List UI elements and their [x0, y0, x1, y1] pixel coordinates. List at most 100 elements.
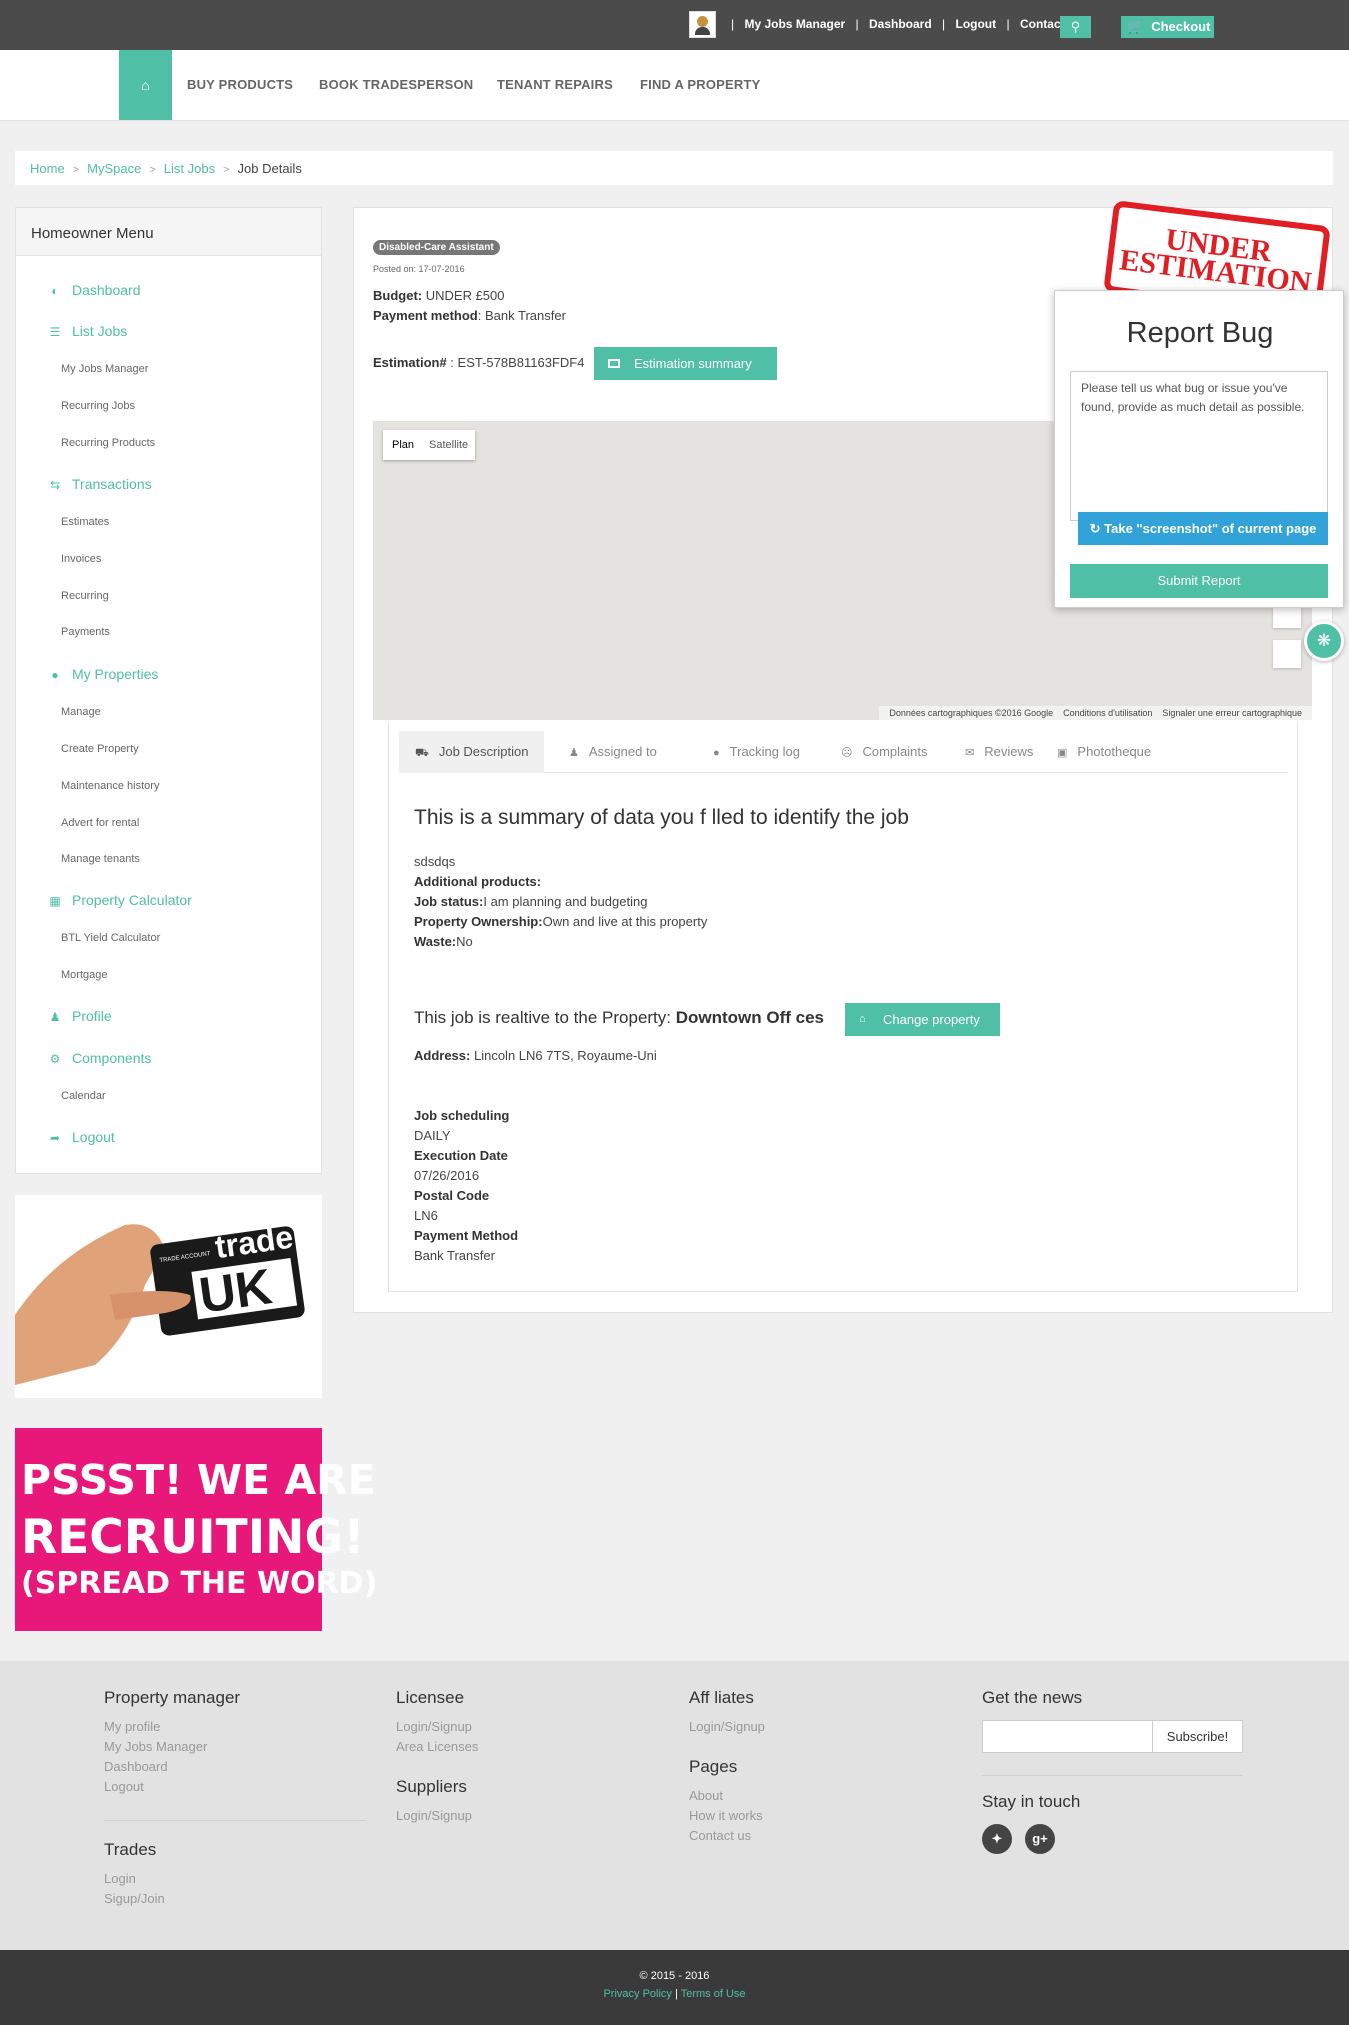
waste-value: No — [456, 934, 473, 949]
privacy-policy-link[interactable]: Privacy Policy — [603, 1988, 671, 2000]
footer-link-logout[interactable]: Logout — [104, 1779, 144, 1794]
separator: | — [855, 17, 859, 31]
sidebar-item-manage[interactable]: Manage — [61, 706, 101, 718]
checkout-button[interactable]: 🛒 Checkout — [1121, 16, 1214, 38]
sidebar-item-estimates[interactable]: Estimates — [61, 516, 109, 528]
dashboard-icon: ◐ — [51, 284, 59, 298]
breadcrumb-myspace[interactable]: MySpace — [87, 161, 141, 176]
tab-job-description[interactable]: ⛟ Job Description — [399, 731, 545, 773]
breadcrumb-home[interactable]: Home — [30, 161, 65, 176]
cart-icon: 🛒 — [1127, 19, 1144, 34]
map-report-error-link[interactable]: Signaler une erreur cartographique — [1162, 708, 1302, 718]
sidebar-item-logout[interactable]: ➦ Logout — [46, 1129, 115, 1145]
map-terms-link[interactable]: Conditions d'utilisation — [1063, 708, 1152, 718]
search-button[interactable]: ⚲ — [1060, 16, 1091, 38]
recruiting-ad[interactable]: PSSST! WE ARE RECRUITING! (SPREAD THE WO… — [15, 1428, 377, 1631]
terms-of-use-link[interactable]: Terms of Use — [681, 1988, 746, 2000]
sidebar-item-mortgage[interactable]: Mortgage — [61, 969, 107, 981]
tab-label: Reviews — [984, 744, 1034, 759]
estimation-summary-label: Estimation summary — [634, 356, 752, 371]
footer-link-about[interactable]: About — [689, 1788, 723, 1803]
job-status: Job status:I am planning and budgeting — [414, 894, 647, 909]
nav-find-a-property[interactable]: FIND A PROPERTY — [640, 77, 761, 92]
map-type-plan[interactable]: Plan — [392, 439, 414, 451]
tab-reviews[interactable]: ✉ Reviews — [949, 731, 1049, 773]
sidebar-item-create-property[interactable]: Create Property — [61, 743, 139, 755]
sidebar-item-invoices[interactable]: Invoices — [61, 553, 101, 565]
sidebar-item-advert-for-rental[interactable]: Advert for rental — [61, 817, 139, 829]
user-icon: ♟ — [569, 747, 579, 759]
list-icon: ☰ — [49, 325, 61, 339]
report-bug-panel: Report Bug Please tell us what bug or is… — [1054, 290, 1344, 608]
recruit-line-1: PSSST! WE ARE — [21, 1456, 376, 1504]
google-plus-icon[interactable]: g+ — [1025, 1824, 1055, 1854]
tab-label: Complaints — [862, 744, 928, 759]
sidebar-item-recurring[interactable]: Recurring — [61, 590, 109, 602]
sidebar-item-recurring-products[interactable]: Recurring Products — [61, 437, 155, 449]
top-link-logout[interactable]: Logout — [955, 17, 996, 31]
top-link-my-jobs-manager[interactable]: My Jobs Manager — [744, 17, 845, 31]
home-button[interactable]: ⌂ — [119, 50, 172, 120]
newsletter-email-input[interactable] — [982, 1720, 1153, 1753]
user-icon: ♟ — [49, 1010, 61, 1024]
footer-link-trades-signup[interactable]: Sigup/Join — [104, 1891, 165, 1906]
breadcrumb-separator: > — [223, 164, 230, 176]
sidebar-item-property-calculator[interactable]: ▦ Property Calculator — [46, 892, 192, 908]
user-avatar[interactable] — [689, 11, 716, 38]
map-zoom-out[interactable] — [1273, 640, 1301, 668]
top-link-dashboard[interactable]: Dashboard — [869, 17, 932, 31]
tab-complaints[interactable]: ☹ Complaints — [825, 731, 944, 773]
estimation-summary-button[interactable]: Estimation summary — [594, 347, 777, 380]
breadcrumb-list-jobs[interactable]: List Jobs — [164, 161, 215, 176]
sidebar-item-label: Profile — [72, 1008, 112, 1024]
footer-link-suppliers-login[interactable]: Login/Signup — [396, 1808, 472, 1823]
sidebar-item-transactions[interactable]: ⇆ Transactions — [46, 476, 152, 492]
sidebar-item-dashboard[interactable]: ◐ Dashboard — [46, 282, 140, 298]
footer-link-trades-login[interactable]: Login — [104, 1871, 136, 1886]
copyright-text: © 2015 - 2016 — [639, 1970, 710, 1982]
subscribe-button[interactable]: Subscribe! — [1152, 1720, 1243, 1753]
payment-method-label-text: Payment Method — [414, 1228, 519, 1243]
sidebar-item-btl-yield-calculator[interactable]: BTL Yield Calculator — [61, 932, 160, 944]
sidebar-item-my-properties[interactable]: ● My Properties — [46, 666, 158, 682]
footer-link-how-it-works[interactable]: How it works — [689, 1808, 763, 1823]
footer-link-my-jobs-manager[interactable]: My Jobs Manager — [104, 1739, 207, 1754]
top-bar: | My Jobs Manager | Dashboard | Logout |… — [0, 0, 1349, 50]
sidebar-item-components[interactable]: ⚙ Components — [46, 1050, 152, 1066]
footer-link-my-profile[interactable]: My profile — [104, 1719, 160, 1734]
sidebar-item-calendar[interactable]: Calendar — [61, 1090, 106, 1102]
take-screenshot-button[interactable]: ↻ Take "screenshot" of current page — [1078, 512, 1328, 545]
footer-heading-trades: Trades — [104, 1840, 157, 1859]
footer-link-area-licenses[interactable]: Area Licenses — [396, 1739, 478, 1754]
nav-book-tradesperson[interactable]: BOOK TRADESPERSON — [319, 77, 473, 92]
sidebar-item-my-jobs-manager[interactable]: My Jobs Manager — [61, 363, 148, 375]
top-link-contact[interactable]: Contact — [1020, 17, 1065, 31]
sidebar-item-list-jobs[interactable]: ☰ List Jobs — [46, 323, 128, 339]
sidebar-item-payments[interactable]: Payments — [61, 626, 110, 638]
nav-tenant-repairs[interactable]: TENANT REPAIRS — [497, 77, 613, 92]
change-property-button[interactable]: ⌂ Change property — [845, 1003, 1000, 1036]
sidebar-item-manage-tenants[interactable]: Manage tenants — [61, 853, 140, 865]
sidebar-item-profile[interactable]: ♟ Profile — [46, 1008, 112, 1024]
checkout-label: Checkout — [1151, 19, 1211, 34]
tab-assigned-to[interactable]: ♟ Assigned to — [553, 731, 673, 773]
footer-link-affiliates-login[interactable]: Login/Signup — [689, 1719, 765, 1734]
tab-tracking-log[interactable]: ● Tracking log — [697, 731, 816, 773]
tab-label: Phototheque — [1077, 744, 1152, 759]
footer-link-dashboard[interactable]: Dashboard — [104, 1759, 168, 1774]
footer-divider — [982, 1775, 1243, 1776]
bug-report-toggle[interactable]: ❋ — [1304, 621, 1344, 661]
trade-uk-ad[interactable]: trade TRADE ACCOUNT UK — [15, 1195, 322, 1398]
truck-icon: ⛟ — [415, 747, 429, 759]
sidebar-item-recurring-jobs[interactable]: Recurring Jobs — [61, 400, 135, 412]
nav-buy-products[interactable]: BUY PRODUCTS — [187, 77, 293, 92]
twitter-icon[interactable]: ✦ — [982, 1824, 1012, 1854]
sidebar-item-maintenance-history[interactable]: Maintenance history — [61, 780, 159, 792]
bug-description-textarea[interactable]: Please tell us what bug or issue you've … — [1070, 371, 1328, 521]
submit-report-button[interactable]: Submit Report — [1070, 564, 1328, 598]
footer-link-contact-us[interactable]: Contact us — [689, 1828, 751, 1843]
map-type-satellite[interactable]: Satellite — [429, 439, 468, 451]
tab-phototheque[interactable]: ▣ Phototheque — [1041, 731, 1167, 773]
footer-link-licensee-login[interactable]: Login/Signup — [396, 1719, 472, 1734]
address-value: Lincoln LN6 7TS, Royaume-Uni — [470, 1048, 657, 1063]
